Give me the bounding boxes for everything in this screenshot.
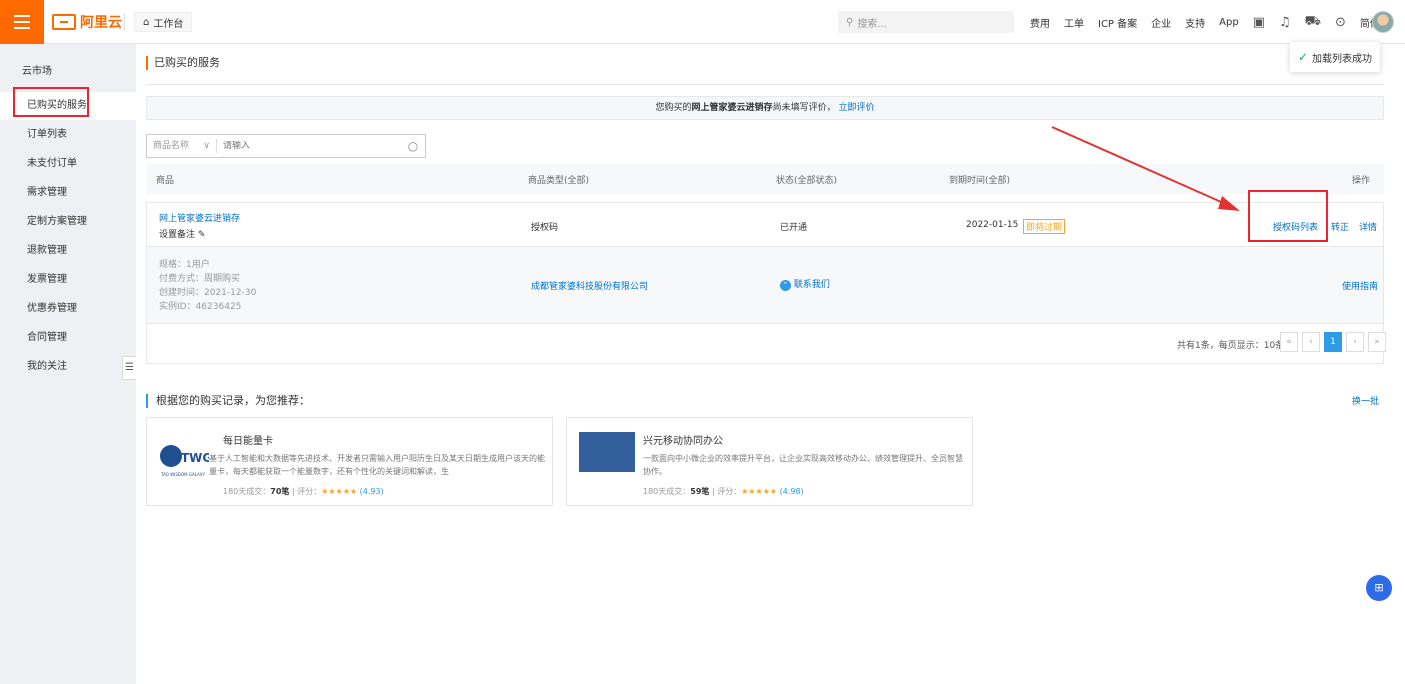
user-avatar[interactable]: [1372, 11, 1394, 33]
nav-icp[interactable]: ICP 备案: [1098, 15, 1137, 30]
sidebar-item-invoices[interactable]: 发票管理: [0, 266, 136, 294]
table-header: 商品 商品类型(全部) 状态(全部状态) 到期时间(全部) 操作: [146, 164, 1384, 194]
filter-field-select[interactable]: 商品名称 ∨: [147, 139, 217, 153]
details-link[interactable]: 详情: [1359, 220, 1377, 233]
twg-logo: TWG TAO WISDOM GALAXY: [160, 445, 209, 477]
nav-ticket[interactable]: 工单: [1064, 15, 1084, 30]
xingyuan-logo: [579, 432, 635, 472]
terminal-icon[interactable]: ▣: [1253, 15, 1265, 30]
svg-text:TAO WISDOM GALAXY: TAO WISDOM GALAXY: [160, 472, 205, 477]
table-row: 网上管家婆云进销存 设置备注 ✎ 授权码 已开通 2022-01-15 即将过期…: [146, 202, 1384, 246]
pay-mode-text: 付费方式：周期购买: [159, 274, 241, 284]
nav-enterprise[interactable]: 企业: [1151, 15, 1171, 30]
star-rating-icon: ★★★★★: [321, 487, 358, 496]
highlight-box-sidebar: [13, 87, 89, 117]
page-1-button[interactable]: 1: [1324, 332, 1342, 352]
card-description: 基于人工智能和大数据等先进技术、开发者只需输入用户阳历生日及某天日期生成用户该天…: [209, 454, 545, 476]
global-search[interactable]: ⚲ 搜索...: [838, 11, 1014, 33]
col-product: 商品: [156, 176, 175, 186]
sidebar-item-refunds[interactable]: 退款管理: [0, 237, 136, 265]
hamburger-menu-icon[interactable]: [0, 0, 44, 44]
pager-summary: 共有1条，每页显示：10条: [1177, 341, 1285, 351]
workbench-button[interactable]: ⌂ 工作台: [134, 12, 193, 32]
instance-id-text: 实例ID：46236425: [159, 302, 242, 312]
sidebar-item-custom-plans[interactable]: 定制方案管理: [0, 208, 136, 236]
expiring-badge: 即将过期: [1023, 219, 1066, 234]
sidebar-item-coupons[interactable]: 优惠券管理: [0, 295, 136, 323]
divider: [124, 14, 125, 30]
product-type: 授权码: [531, 223, 559, 233]
spec-text: 规格：1用户: [159, 260, 210, 270]
created-time-text: 创建时间：2021-12-30: [159, 288, 257, 298]
home-icon: ⌂: [143, 16, 150, 28]
divider: [146, 84, 1384, 85]
product-name-link[interactable]: 网上管家婆云进销存: [159, 211, 240, 224]
card-stats: 180天成交：59笔 | 评分：★★★★★ (4.98): [643, 487, 804, 496]
nav-billing[interactable]: 费用: [1030, 15, 1050, 30]
sidebar-item-favorites[interactable]: 我的关注: [0, 353, 136, 381]
search-input[interactable]: [217, 141, 401, 151]
card-title[interactable]: 每日能量卡: [223, 432, 273, 447]
aliyun-mark-icon: [52, 14, 76, 30]
col-status-filter[interactable]: 状态(全部状态): [776, 173, 837, 186]
sidebar: 云市场 已购买的服务 订单列表 未支付订单 需求管理 定制方案管理 退款管理 发…: [0, 44, 136, 684]
aliyun-logo[interactable]: 阿里云: [52, 12, 122, 32]
last-page-button[interactable]: »: [1368, 332, 1386, 352]
sidebar-item-orders[interactable]: 订单列表: [0, 121, 136, 149]
sidebar-item-unpaid-orders[interactable]: 未支付订单: [0, 150, 136, 178]
chevron-down-icon: ∨: [203, 141, 210, 151]
pencil-icon: ✎: [197, 230, 206, 240]
collapse-sidebar-icon[interactable]: ☰: [122, 356, 136, 380]
highlight-box-actions: [1248, 190, 1328, 242]
next-page-button[interactable]: ›: [1346, 332, 1364, 352]
sidebar-title: 云市场: [22, 66, 52, 77]
svg-text:TWG: TWG: [181, 451, 209, 465]
prev-page-button[interactable]: ‹: [1302, 332, 1320, 352]
convert-link[interactable]: 转正: [1331, 220, 1349, 233]
recommend-title: 根据您的购买记录，为您推荐：: [146, 394, 310, 408]
table-row-detail: 规格：1用户 付费方式：周期购买 创建时间：2021-12-30 实例ID：46…: [146, 246, 1384, 324]
guide-link[interactable]: 使用指南: [1342, 279, 1378, 292]
status-text: 已开通: [780, 223, 808, 233]
page-title: 已购买的服务: [146, 56, 220, 70]
main-content: 已购买的服务 您购买的网上管家婆云进销存尚未填写评价， 立即评价 商品名称∨ ○…: [136, 44, 1405, 684]
search-filter: 商品名称∨ ○: [146, 134, 426, 158]
sidebar-item-demands[interactable]: 需求管理: [0, 179, 136, 207]
chat-icon: ”: [780, 280, 791, 291]
top-nav-links: 费用 工单 ICP 备案 企业 支持 App ▣ ♫ ⛟ ⊙ 简体: [1030, 0, 1380, 44]
card-stats: 180天成交：70笔 | 评分：★★★★★ (4.93): [223, 487, 384, 496]
review-notice: 您购买的网上管家婆云进销存尚未填写评价， 立即评价: [146, 96, 1384, 120]
col-expire-filter[interactable]: 到期时间(全部): [949, 173, 1010, 186]
review-now-link[interactable]: 立即评价: [838, 103, 874, 113]
contact-us-button[interactable]: ” 联系我们: [780, 277, 830, 291]
nav-app[interactable]: App: [1219, 17, 1239, 28]
pagination: 共有1条，每页显示：10条 « ‹ 1 › »: [146, 324, 1386, 364]
cart-icon[interactable]: ⛟: [1305, 14, 1321, 31]
recommend-card[interactable]: TWG TAO WISDOM GALAXY 每日能量卡 基于人工智能和大数据等先…: [146, 417, 553, 506]
help-icon[interactable]: ⊙: [1335, 15, 1346, 30]
set-note-button[interactable]: 设置备注 ✎: [159, 227, 205, 240]
search-icon: ⚲: [846, 16, 854, 28]
search-icon[interactable]: ○: [401, 139, 425, 153]
card-title[interactable]: 兴元移动协同办公: [643, 432, 723, 447]
col-ops: 操作: [1352, 176, 1371, 186]
refresh-recommend-link[interactable]: 换一批: [1352, 394, 1379, 407]
star-rating-icon: ★★★★★: [741, 487, 778, 496]
bell-icon[interactable]: ♫: [1279, 15, 1291, 30]
sidebar-item-contracts[interactable]: 合同管理: [0, 324, 136, 352]
apps-grid-icon[interactable]: ⊞: [1366, 575, 1392, 601]
top-navbar: 阿里云 ⌂ 工作台 ⚲ 搜索... 费用 工单 ICP 备案 企业 支持 App ▣…: [0, 0, 1405, 44]
card-description: 一款面向中小微企业的效率提升平台，让企业实现高效移动办公、绩效管理提升、全员智慧…: [643, 454, 963, 476]
nav-support[interactable]: 支持: [1185, 15, 1205, 30]
first-page-button[interactable]: «: [1280, 332, 1298, 352]
recommend-card[interactable]: 兴元移动协同办公 一款面向中小微企业的效率提升平台，让企业实现高效移动办公、绩效…: [566, 417, 973, 506]
col-type-filter[interactable]: 商品类型(全部): [528, 173, 589, 186]
expire-date: 2022-01-15: [966, 220, 1019, 230]
vendor-link[interactable]: 成都管家婆科技股份有限公司: [531, 279, 648, 292]
